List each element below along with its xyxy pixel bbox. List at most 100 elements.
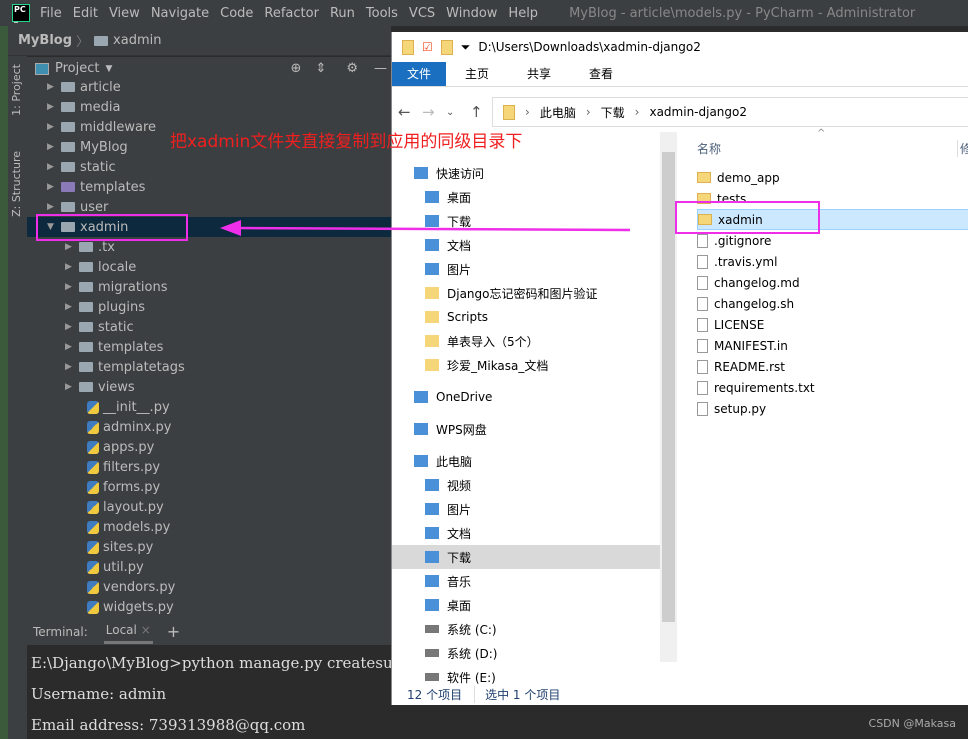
address-segment[interactable]: 此电脑 — [540, 104, 576, 121]
tree-item[interactable]: ▶ views — [27, 377, 391, 397]
chevron-down-icon[interactable]: ▼ — [105, 64, 112, 74]
file-item[interactable]: changelog.md — [697, 272, 968, 293]
nav-item[interactable]: OneDrive — [392, 385, 660, 409]
tree-item[interactable]: ▶ templates — [27, 337, 391, 357]
menu-tools[interactable]: Tools — [366, 6, 398, 21]
tree-item[interactable]: ▶ templates — [27, 177, 391, 197]
tab-project[interactable]: 1: Project — [10, 64, 23, 116]
window-title: MyBlog - article\models.py - PyCharm - A… — [569, 5, 916, 21]
menu-vcs[interactable]: VCS — [409, 6, 435, 21]
tree-item[interactable]: ▶ templatetags — [27, 357, 391, 377]
tree-item[interactable]: ▶ migrations — [27, 277, 391, 297]
nav-item[interactable]: 文档 — [392, 521, 660, 545]
new-folder-icon[interactable] — [440, 39, 453, 55]
nav-item[interactable]: WPS网盘 — [392, 417, 660, 441]
gear-icon[interactable]: ⚙ — [346, 61, 358, 76]
nav-item[interactable]: 快速访问 — [392, 161, 660, 185]
ribbon-tab-file[interactable]: 文件 — [392, 62, 447, 86]
file-item[interactable]: README.rst — [697, 356, 968, 377]
up-icon[interactable]: ↑ — [470, 103, 488, 121]
ribbon-tab-view[interactable]: 查看 — [570, 62, 632, 86]
back-icon[interactable]: ← — [398, 103, 416, 121]
recent-icon[interactable]: ⌄ — [446, 107, 464, 118]
nav-item[interactable]: Scripts — [392, 305, 660, 329]
nav-item[interactable]: 桌面 — [392, 593, 660, 617]
nav-item[interactable]: Django忘记密码和图片验证 — [392, 281, 660, 305]
locate-icon[interactable]: ⊕ — [291, 61, 302, 76]
tree-item[interactable]: util.py — [27, 557, 391, 577]
nav-item[interactable]: 桌面 — [392, 185, 660, 209]
quick-access-dropdown-icon[interactable]: ⏷ — [461, 40, 471, 55]
nav-item[interactable]: 珍爱_Mikasa_文档 — [392, 353, 660, 377]
tree-item[interactable]: forms.py — [27, 477, 391, 497]
column-header-name[interactable]: 名称 — [697, 140, 721, 157]
file-item[interactable]: setup.py — [697, 398, 968, 419]
menu-navigate[interactable]: Navigate — [151, 6, 209, 21]
file-item[interactable]: requirements.txt — [697, 377, 968, 398]
breadcrumb-folder[interactable]: xadmin — [113, 33, 161, 48]
menu-window[interactable]: Window — [446, 6, 497, 21]
tree-item-label: layout.py — [103, 499, 164, 515]
tree-item[interactable]: ▶ static — [27, 157, 391, 177]
project-icon — [35, 62, 49, 75]
nav-item[interactable]: 音乐 — [392, 569, 660, 593]
collapse-icon[interactable]: ⇕ — [315, 61, 326, 76]
menu-run[interactable]: Run — [330, 6, 355, 21]
file-item[interactable]: LICENSE — [697, 314, 968, 335]
nav-item[interactable]: 系统 (C:) — [392, 617, 660, 641]
add-icon[interactable]: + — [167, 622, 180, 641]
tree-item[interactable]: sites.py — [27, 537, 391, 557]
tree-item[interactable]: adminx.py — [27, 417, 391, 437]
tree-item[interactable]: ▶ media — [27, 97, 391, 117]
tree-item[interactable]: layout.py — [27, 497, 391, 517]
tree-item[interactable]: vendors.py — [27, 577, 391, 597]
tree-item[interactable]: models.py — [27, 517, 391, 537]
nav-item[interactable]: 单表导入（5个） — [392, 329, 660, 353]
python-file-icon — [87, 520, 99, 534]
nav-item[interactable]: 此电脑 — [392, 449, 660, 473]
properties-icon[interactable]: ☑ — [422, 40, 433, 54]
file-item[interactable]: changelog.sh — [697, 293, 968, 314]
menu-refactor[interactable]: Refactor — [264, 6, 319, 21]
scrollbar-thumb[interactable] — [662, 152, 675, 622]
close-icon[interactable]: × — [141, 623, 151, 637]
ribbon-tab-home[interactable]: 主页 — [446, 62, 508, 86]
file-item[interactable]: MANIFEST.in — [697, 335, 968, 356]
tree-item[interactable]: ▶ article — [27, 77, 391, 97]
column-header-modified[interactable]: 修 — [957, 140, 968, 157]
file-item[interactable]: .travis.yml — [697, 251, 968, 272]
tree-item[interactable]: ▶ locale — [27, 257, 391, 277]
menu-edit[interactable]: Edit — [73, 6, 98, 21]
breadcrumb-project[interactable]: MyBlog — [18, 33, 72, 48]
nav-item[interactable]: 视频 — [392, 473, 660, 497]
ribbon-tab-share[interactable]: 共享 — [508, 62, 570, 86]
file-item[interactable]: demo_app — [697, 167, 968, 188]
minimize-icon[interactable]: — — [374, 61, 387, 76]
nav-item[interactable]: 下载 — [392, 545, 660, 569]
collapsed-icon: ▶ — [47, 142, 54, 152]
address-segment[interactable]: 下载 — [601, 104, 625, 121]
tree-item[interactable]: widgets.py — [27, 597, 391, 617]
forward-icon[interactable]: → — [422, 103, 440, 121]
menu-code[interactable]: Code — [220, 6, 253, 21]
annotation-text: 把xadmin文件夹直接复制到应用的同级目录下 — [170, 132, 523, 152]
nav-item[interactable]: 图片 — [392, 497, 660, 521]
collapsed-icon: ▶ — [65, 362, 72, 372]
tab-structure[interactable]: Z: Structure — [10, 151, 23, 217]
tree-item[interactable]: apps.py — [27, 437, 391, 457]
nav-item[interactable]: 系统 (D:) — [392, 641, 660, 665]
tree-item[interactable]: ▶ static — [27, 317, 391, 337]
tree-item[interactable]: filters.py — [27, 457, 391, 477]
tree-item[interactable]: __init__.py — [27, 397, 391, 417]
nav-item-label: 音乐 — [447, 574, 472, 589]
menu-view[interactable]: View — [109, 6, 140, 21]
terminal-tab-local[interactable]: Local × — [103, 619, 153, 644]
tree-item[interactable]: ▶ plugins — [27, 297, 391, 317]
address-segment[interactable]: xadmin-django2 — [649, 105, 747, 119]
address-bar[interactable]: › 此电脑 › 下载 › xadmin-django2 — [492, 97, 968, 127]
menu-help[interactable]: Help — [508, 6, 538, 21]
menu-file[interactable]: File — [40, 6, 62, 21]
tree-item-label: templates — [80, 179, 146, 195]
project-view-selector[interactable]: Project — [55, 61, 99, 76]
nav-item[interactable]: 图片 — [392, 257, 660, 281]
